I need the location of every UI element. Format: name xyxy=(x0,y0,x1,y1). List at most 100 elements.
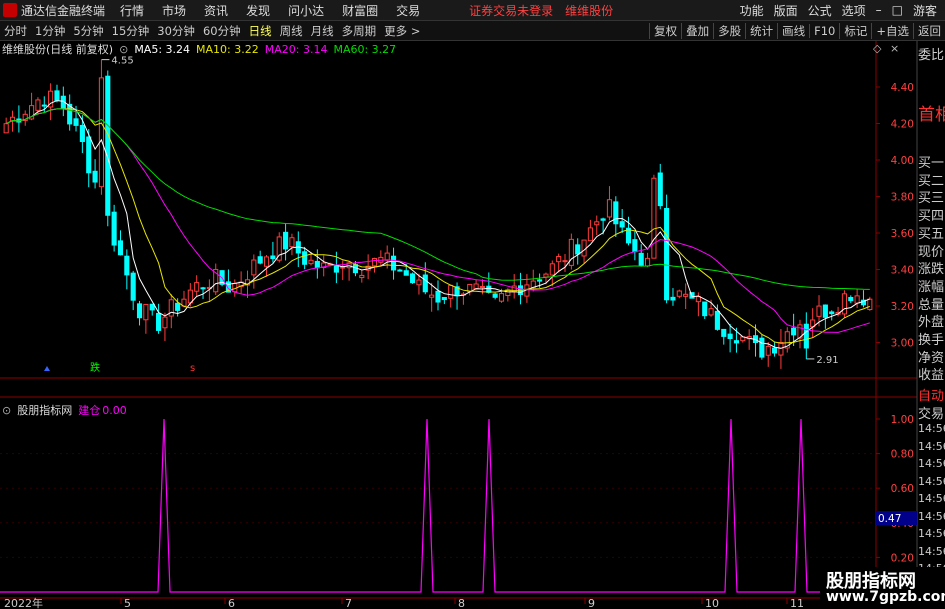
kline-chart[interactable]: 4.40 4.20 4.00 3.80 3.60 3.40 3.20 3.00 1.00 0.80… xyxy=(0,0,945,609)
candle-body xyxy=(111,211,117,246)
time-label: 2022年 xyxy=(4,596,43,609)
candle-body xyxy=(867,298,873,310)
right-panel-label: 总量 xyxy=(918,297,945,313)
time-label: 11 xyxy=(790,597,804,609)
candle-body xyxy=(727,333,733,340)
right-panel-label: 买二 xyxy=(918,173,945,189)
ma10-label: MA10: 3.22 xyxy=(196,42,259,56)
candle-body xyxy=(664,207,670,301)
indicator-title: 股朋指标网 xyxy=(17,404,73,417)
right-panel-auto[interactable]: 自动 xyxy=(918,385,945,404)
candle-body xyxy=(257,256,263,264)
ma5-label: MA5: 3.24 xyxy=(134,42,191,56)
indicator-current-value: 0.47 xyxy=(878,513,901,525)
candle-body xyxy=(822,304,828,318)
settings-icon[interactable]: ⊙ xyxy=(119,43,128,56)
candle-body xyxy=(251,259,257,276)
low-label: 2.91 xyxy=(816,355,838,366)
right-panel-label: 买一 xyxy=(918,156,945,171)
right-panel-label: 买四 xyxy=(918,209,945,225)
right-panel-label: 外盘 xyxy=(918,315,945,331)
candle-body xyxy=(670,296,676,301)
right-panel-label: 涨跌 xyxy=(918,262,945,278)
candle-body xyxy=(638,252,644,266)
price-tick-label: 3.40 xyxy=(891,265,914,277)
candle-body xyxy=(619,221,625,228)
candle-body xyxy=(695,296,701,303)
candle-body xyxy=(848,296,854,302)
right-panel-time: 14:56 xyxy=(918,439,945,453)
indicator-line xyxy=(0,418,876,593)
candle-body xyxy=(562,260,568,263)
diamond-icon[interactable]: ◇ xyxy=(873,42,881,55)
candle-body xyxy=(676,290,682,297)
indicator-tick-label: 0.60 xyxy=(891,483,914,495)
candle-body xyxy=(537,279,543,282)
time-label: 8 xyxy=(458,597,465,609)
right-panel-time: 14:56 xyxy=(918,474,945,488)
candle-body xyxy=(479,286,486,289)
ma60-line xyxy=(5,108,870,290)
right-panel-time: 14:56 xyxy=(918,492,945,505)
candle-body xyxy=(841,293,847,315)
candle-body xyxy=(721,328,727,337)
price-tick-label: 3.20 xyxy=(891,301,914,313)
ma20-label: MA20: 3.14 xyxy=(264,42,328,56)
candle-body xyxy=(92,170,98,183)
candle-body xyxy=(854,295,860,304)
right-panel-label: 收益 xyxy=(918,368,945,384)
right-panel-label: 涨幅 xyxy=(918,279,945,295)
candle-body xyxy=(600,218,606,221)
indicator-value: 0.00 xyxy=(102,403,127,417)
candle-body xyxy=(86,136,92,174)
candle-body xyxy=(156,312,162,331)
candle-body xyxy=(54,90,60,102)
time-label: 6 xyxy=(228,597,235,609)
price-tick-label: 3.60 xyxy=(891,228,914,240)
candle-body xyxy=(302,251,308,265)
time-label: 9 xyxy=(588,597,595,609)
high-label: 4.55 xyxy=(111,56,133,67)
close-icon[interactable]: × xyxy=(890,42,899,55)
candle-body xyxy=(283,231,289,250)
ma5-line xyxy=(5,100,870,349)
candle-body xyxy=(333,264,339,273)
price-tick-label: 3.80 xyxy=(891,192,914,204)
candle-body xyxy=(270,255,276,260)
right-panel-label: 净资 xyxy=(918,350,945,366)
candle-body xyxy=(41,104,47,107)
moving-average-lines xyxy=(5,100,870,349)
candle-body xyxy=(733,340,740,344)
right-panel-time: 14:56 xyxy=(918,544,945,558)
candle-body xyxy=(441,297,447,301)
price-tick-label: 4.20 xyxy=(891,119,914,131)
candle-body xyxy=(429,294,435,298)
candle-body xyxy=(79,124,85,143)
candle-body xyxy=(98,77,104,188)
time-label: 10 xyxy=(705,597,719,609)
candle-body xyxy=(606,199,613,218)
candle-body xyxy=(3,123,9,134)
candle-body xyxy=(308,259,314,265)
candle-body xyxy=(816,305,822,317)
indicator-legend: ⊙ 股朋指标网 建仓 0.00 xyxy=(2,402,133,418)
candle-body xyxy=(35,99,41,111)
watermark-url: www.7gpzb.com xyxy=(826,589,945,605)
candle-body xyxy=(644,257,651,267)
indicator-settings-icon[interactable]: ⊙ xyxy=(2,404,11,417)
right-panel-name: 首相 xyxy=(918,105,945,125)
candle-body xyxy=(765,345,771,356)
candle-body xyxy=(149,303,155,311)
indicator-tick-label: 0.20 xyxy=(891,552,914,564)
right-panel-label: 现价 xyxy=(918,244,945,260)
candle-body xyxy=(435,290,441,303)
candle-body xyxy=(422,274,428,293)
chart-grid: 4.40 4.20 4.00 3.80 3.60 3.40 3.20 3.00 1.00 0.80… xyxy=(0,41,918,609)
candle-body xyxy=(187,289,193,304)
right-panel-trade[interactable]: 交易 xyxy=(918,403,945,422)
right-panel-time: 14:56 xyxy=(918,527,945,540)
fall-marker: 跌 xyxy=(90,361,100,374)
right-panel-time: 14:56 xyxy=(918,457,945,470)
right-panel-time: 14:56 xyxy=(918,509,945,523)
candle-body xyxy=(289,237,295,248)
